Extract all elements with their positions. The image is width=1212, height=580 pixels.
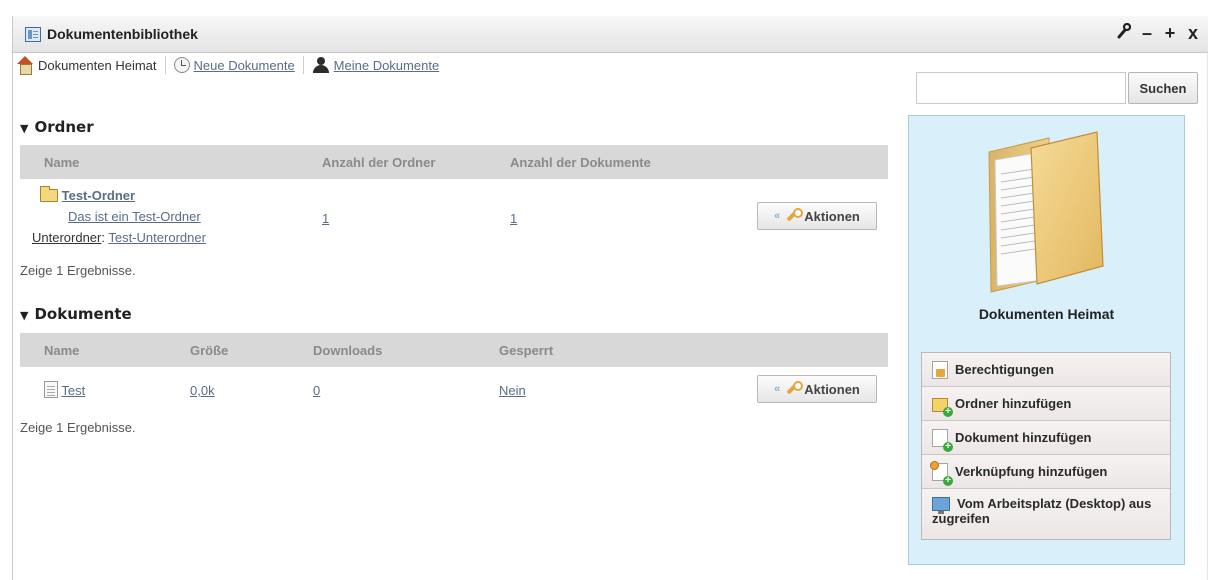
folder-description: Das ist ein Test-Ordner <box>68 209 201 224</box>
subfolder-line: Unterordner: Test-Unterordner <box>32 230 206 245</box>
menu-item-label: Verknüpfung hinzufügen <box>955 464 1108 479</box>
add-shortcut-icon <box>930 460 953 486</box>
close-icon[interactable]: x <box>1186 23 1200 43</box>
column-header: Gesperrt <box>499 343 554 358</box>
clock-icon <box>173 57 190 73</box>
nav-recent[interactable]: Neue Dokumente <box>173 57 295 73</box>
documents-heading[interactable]: ▼ Dokumente <box>20 305 132 323</box>
folders-table-header: Name Anzahl der Ordner Anzahl der Dokume… <box>20 145 888 179</box>
folder-icon <box>40 186 58 202</box>
portlet-title: Dokumentenbibliothek <box>47 26 198 42</box>
panel-title: Dokumenten Heimat <box>978 306 1115 322</box>
portlet-controls: – + x <box>1117 22 1200 43</box>
actions-label: Aktionen <box>804 208 860 224</box>
folders-heading[interactable]: ▼ Ordner <box>20 118 94 136</box>
collapse-triangle-icon[interactable]: ▼ <box>20 122 28 135</box>
menu-item-add-shortcut[interactable]: Verknüpfung hinzufügen <box>922 455 1170 489</box>
desktop-access-icon <box>932 497 950 514</box>
collapse-triangle-icon[interactable]: ▼ <box>20 309 28 322</box>
wrench-icon <box>784 208 804 224</box>
nav-divider <box>302 56 304 74</box>
wrench-icon <box>784 381 804 397</box>
folder-info-panel: Dokumenten Heimat Berechtigungen Ordner … <box>908 115 1185 565</box>
folder-description-link[interactable]: Das ist ein Test-Ordner <box>68 209 201 224</box>
document-name-cell[interactable]: Test <box>44 381 85 398</box>
menu-item-add-document[interactable]: Dokument hinzufügen <box>922 421 1170 455</box>
document-icon <box>44 381 58 398</box>
minimize-icon[interactable]: – <box>1140 23 1154 43</box>
folder-name-cell[interactable]: Test-Ordner <box>40 186 135 203</box>
documents-heading-label: Dokumente <box>34 305 132 323</box>
menu-item-add-folder[interactable]: Ordner hinzufügen <box>922 387 1170 421</box>
permissions-icon <box>932 360 948 379</box>
folder-actions-menu: Berechtigungen Ordner hinzufügen Dokumen… <box>921 352 1171 540</box>
library-nav: Dokumenten Heimat Neue Dokumente Meine D… <box>16 56 440 75</box>
document-size[interactable]: 0,0k <box>190 383 215 398</box>
add-document-icon <box>932 428 953 452</box>
chevron-left-icon: « <box>774 383 781 395</box>
menu-item-label: Vom Arbeitsplatz (Desktop) aus zugreifen <box>932 496 1152 526</box>
subfolder-link[interactable]: Test-Unterordner <box>108 230 206 245</box>
column-header: Anzahl der Ordner <box>322 155 436 170</box>
home-icon <box>16 56 34 75</box>
search-input[interactable] <box>916 72 1126 104</box>
menu-item-permissions[interactable]: Berechtigungen <box>922 353 1170 387</box>
document-count[interactable]: 1 <box>510 211 517 226</box>
menu-item-label: Ordner hinzufügen <box>955 396 1072 411</box>
column-header: Anzahl der Dokumente <box>510 155 651 170</box>
column-header: Name <box>44 343 80 358</box>
documents-table-header: Name Größe Downloads Gesperrt <box>20 333 888 367</box>
folder-count[interactable]: 1 <box>322 211 329 226</box>
actions-label: Aktionen <box>804 381 860 397</box>
add-folder-icon <box>932 397 953 417</box>
nav-home-label[interactable]: Dokumenten Heimat <box>38 58 157 73</box>
subfolders-label: Unterordner <box>32 230 102 245</box>
menu-item-label: Dokument hinzufügen <box>955 430 1092 445</box>
document-locked[interactable]: Nein <box>499 383 526 398</box>
portlet-titlebar: Dokumentenbibliothek – + x <box>13 16 1208 53</box>
column-header: Größe <box>190 343 229 358</box>
maximize-icon[interactable]: + <box>1163 23 1177 43</box>
search-button[interactable]: Suchen <box>1128 72 1198 104</box>
chevron-left-icon: « <box>774 210 781 222</box>
documents-result-count: Zeige 1 Ergebnisse. <box>20 420 136 435</box>
document-name-link[interactable]: Test <box>61 383 85 398</box>
folders-heading-label: Ordner <box>34 118 94 136</box>
nav-home[interactable]: Dokumenten Heimat <box>16 56 157 75</box>
large-folder-icon <box>988 131 1104 293</box>
document-downloads[interactable]: 0 <box>313 383 320 398</box>
nav-mine[interactable]: Meine Dokumente <box>312 56 440 74</box>
document-actions-button[interactable]: « Aktionen <box>757 375 877 403</box>
folders-result-count: Zeige 1 Ergebnisse. <box>20 263 136 278</box>
menu-item-desktop-access[interactable]: Vom Arbeitsplatz (Desktop) aus zugreifen <box>922 489 1170 539</box>
folder-name-link[interactable]: Test-Ordner <box>62 188 135 203</box>
menu-item-label: Berechtigungen <box>955 362 1054 377</box>
nav-mine-link[interactable]: Meine Dokumente <box>334 58 440 73</box>
portlet-icon <box>25 27 41 42</box>
nav-divider <box>164 56 166 74</box>
column-header: Downloads <box>313 343 383 358</box>
nav-recent-link[interactable]: Neue Dokumente <box>194 58 295 73</box>
configure-wrench-icon[interactable] <box>1117 22 1132 43</box>
folder-actions-button[interactable]: « Aktionen <box>757 202 877 230</box>
user-icon <box>312 56 330 74</box>
column-header: Name <box>44 155 80 170</box>
